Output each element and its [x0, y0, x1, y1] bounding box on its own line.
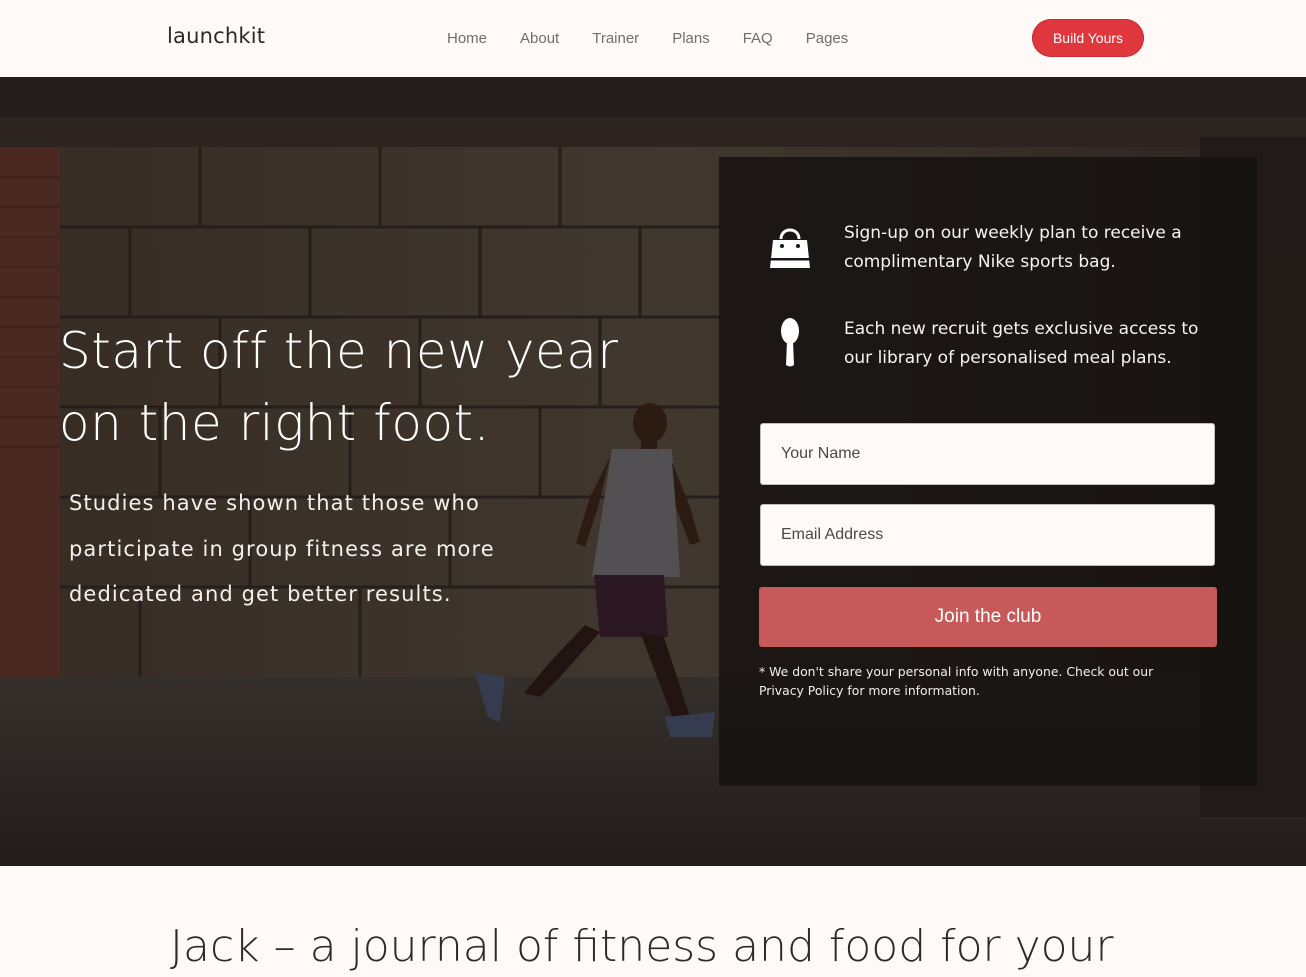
hero-subtext: Studies have shown that those who partic… [69, 491, 495, 606]
shopping-bag-icon [765, 221, 815, 276]
feature-text-meal-plans: Each new recruit gets exclusive access t… [844, 319, 1199, 368]
email-input[interactable] [760, 504, 1215, 566]
nav-link-about[interactable]: About [520, 29, 559, 49]
hero-headline: Start off the new year on the right foot… [59, 322, 619, 452]
hero-section: Start off the new year on the right foot… [0, 77, 1306, 866]
top-nav: launchkit Home About Trainer Plans FAQ P… [0, 0, 1306, 77]
nav-links: Home About Trainer Plans FAQ Pages [447, 29, 881, 49]
nav-link-pages[interactable]: Pages [806, 29, 849, 49]
signup-panel: Sign-up on our weekly plan to receive a … [719, 157, 1257, 786]
nav-link-faq[interactable]: FAQ [743, 29, 773, 49]
name-input[interactable] [760, 423, 1215, 485]
privacy-disclaimer: * We don't share your personal info with… [759, 664, 1154, 698]
spoon-icon [765, 317, 815, 374]
logo[interactable]: launchkit [167, 24, 265, 48]
feature-text-sports-bag: Sign-up on our weekly plan to receive a … [844, 223, 1182, 272]
build-yours-button[interactable]: Build Yours [1032, 19, 1144, 57]
nav-link-plans[interactable]: Plans [672, 29, 710, 49]
nav-link-home[interactable]: Home [447, 29, 487, 49]
join-club-button[interactable]: Join the club [759, 587, 1217, 647]
section-heading: Jack – a journal of fitness and food for… [170, 921, 1114, 972]
nav-link-trainer[interactable]: Trainer [592, 29, 639, 49]
